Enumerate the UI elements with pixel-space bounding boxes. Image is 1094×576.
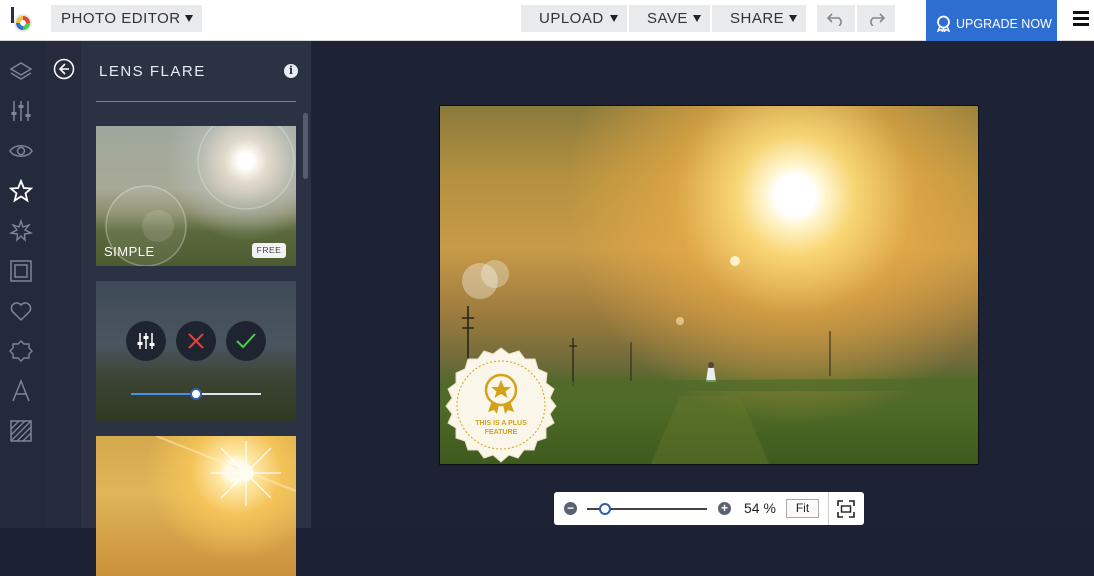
frame-icon[interactable]	[9, 259, 33, 283]
seal-text-line1: THIS IS A PLUS	[475, 420, 527, 427]
lens-flare-panel: LENS FLARE i SIMPLE FREE	[46, 41, 311, 576]
zoom-toolbar: − + 54 % Fit	[554, 492, 864, 525]
panel-back-strip	[46, 41, 81, 528]
effect-settings-button[interactable]	[126, 321, 166, 361]
effect-thumbnail-active[interactable]	[96, 281, 296, 421]
texture-icon[interactable]	[9, 419, 33, 443]
heart-icon[interactable]	[9, 299, 33, 323]
share-button[interactable]: SHARE	[712, 5, 806, 32]
redo-button[interactable]	[857, 5, 895, 32]
undo-icon	[827, 12, 842, 26]
zoom-in-icon[interactable]: +	[718, 502, 731, 515]
top-bar: PHOTO EDITOR UPLOAD SAVE SHARE UPGRADE N…	[0, 0, 1094, 47]
checkmark-icon	[236, 333, 256, 349]
text-icon[interactable]	[9, 379, 33, 403]
hamburger-menu-icon[interactable]	[1073, 11, 1089, 26]
photo-editor-label: PHOTO EDITOR	[61, 10, 181, 27]
sparkle-icon[interactable]	[9, 219, 33, 243]
redo-icon	[870, 12, 885, 26]
chevron-down-icon	[185, 15, 193, 22]
cancel-effect-button[interactable]	[176, 321, 216, 361]
star-icon[interactable]	[9, 179, 33, 203]
panel-title: LENS FLARE	[99, 63, 206, 80]
upload-label: UPLOAD	[539, 10, 604, 27]
save-button[interactable]: SAVE	[629, 5, 710, 32]
app-logo-icon[interactable]	[8, 6, 36, 34]
fullscreen-icon[interactable]	[837, 500, 855, 518]
undo-button[interactable]	[817, 5, 855, 32]
panel-scrollbar[interactable]	[303, 113, 308, 179]
zoom-slider-knob[interactable]	[599, 503, 611, 515]
chevron-down-icon	[789, 15, 797, 22]
close-icon	[188, 333, 204, 349]
tool-rail	[0, 41, 46, 528]
apply-effect-button[interactable]	[226, 321, 266, 361]
zoom-percentage: 54 %	[744, 500, 776, 516]
zoom-slider[interactable]	[587, 503, 707, 515]
seal-text-line2: FEATURE	[485, 429, 518, 436]
fit-button[interactable]: Fit	[786, 499, 819, 518]
photo-editor-dropdown[interactable]: PHOTO EDITOR	[51, 5, 202, 32]
save-label: SAVE	[647, 10, 688, 27]
chevron-down-icon	[693, 15, 701, 22]
sliders-icon	[137, 333, 155, 349]
effect-thumbnail-simple[interactable]: SIMPLE FREE	[96, 126, 296, 266]
starburst-icon	[155, 436, 296, 506]
divider	[828, 492, 829, 525]
badge-icon[interactable]	[9, 339, 33, 363]
effect-thumbnail-starburst[interactable]	[96, 436, 296, 576]
chevron-down-icon	[610, 15, 618, 22]
upload-button[interactable]: UPLOAD	[521, 5, 627, 32]
layers-icon[interactable]	[9, 59, 33, 83]
upgrade-now-button[interactable]: UPGRADE NOW	[926, 0, 1057, 47]
canvas-area: THIS IS A PLUS FEATURE − + 54 % Fit	[311, 41, 1094, 528]
divider	[96, 101, 296, 102]
intensity-slider-knob[interactable]	[190, 388, 202, 400]
intensity-slider-fill	[131, 393, 196, 395]
photo-canvas[interactable]: THIS IS A PLUS FEATURE	[439, 105, 979, 465]
upgrade-now-label: UPGRADE NOW	[956, 16, 1052, 31]
zoom-out-icon[interactable]: −	[564, 502, 577, 515]
intensity-slider[interactable]	[131, 388, 261, 400]
back-arrow-icon[interactable]	[53, 58, 75, 80]
share-label: SHARE	[730, 10, 785, 27]
effect-label: SIMPLE	[104, 244, 155, 259]
free-badge: FREE	[252, 243, 286, 258]
adjustments-icon[interactable]	[9, 99, 33, 123]
eye-icon[interactable]	[9, 139, 33, 163]
plus-feature-seal[interactable]: THIS IS A PLUS FEATURE	[442, 346, 560, 464]
info-icon[interactable]: i	[284, 64, 298, 78]
award-icon	[936, 15, 951, 32]
